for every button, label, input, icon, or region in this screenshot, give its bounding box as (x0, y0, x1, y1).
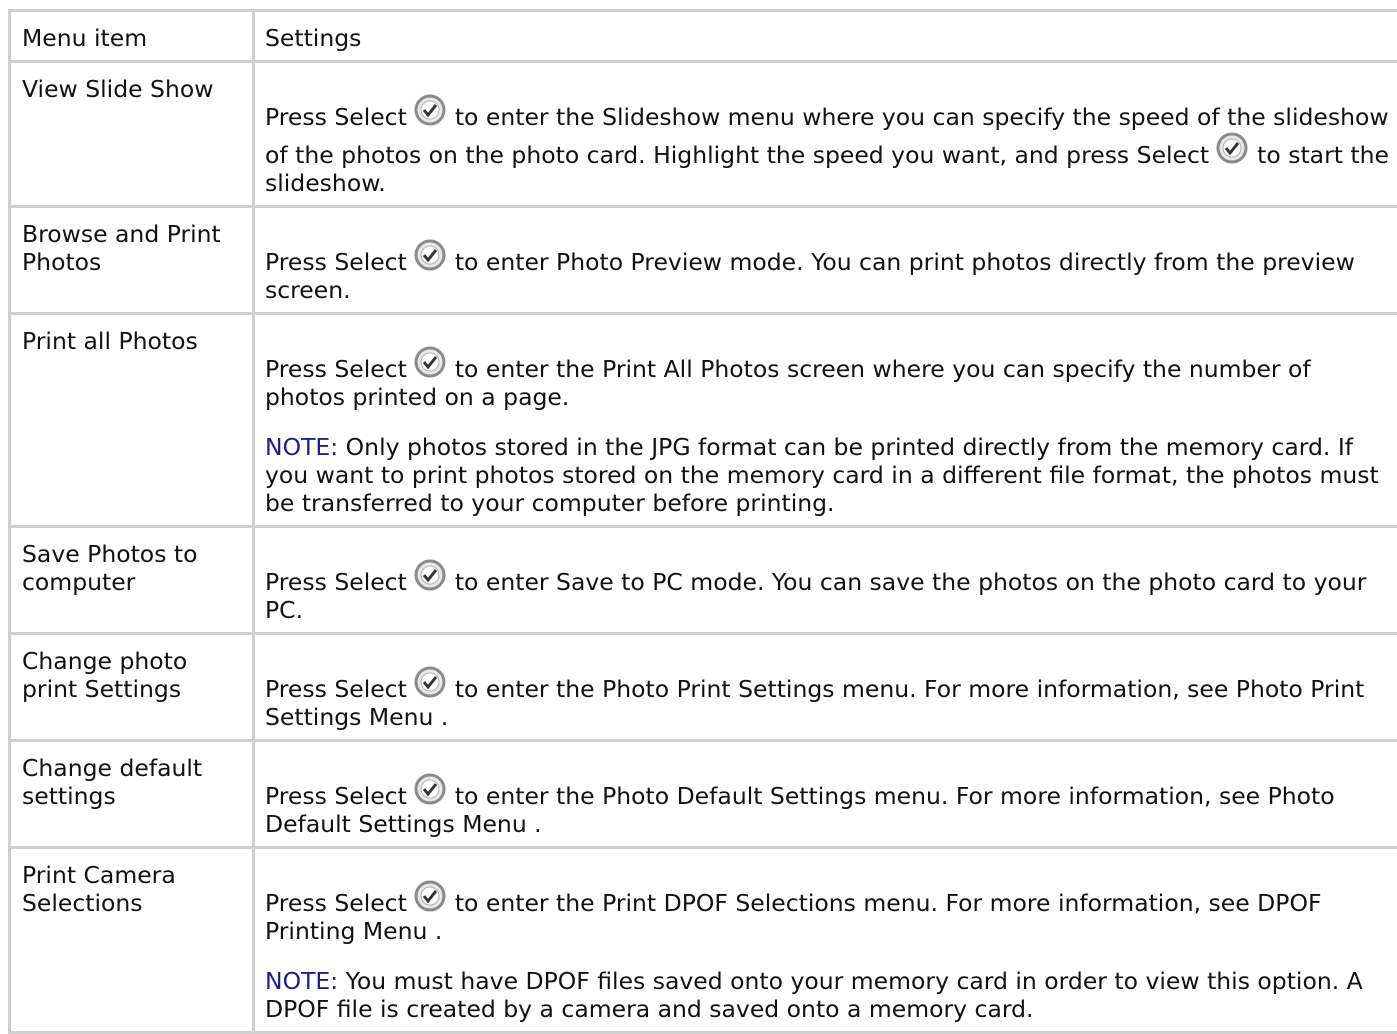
select-checkmark-icon (414, 880, 446, 912)
press-select-text: Press Select (265, 675, 407, 703)
menu-item-cell: Change photo print Settings (8, 635, 255, 742)
settings-description: Press Select to enter the Print DPOF Sele… (265, 879, 1394, 945)
menu-item-label: Change photo print Settings (22, 647, 188, 703)
menu-item-cell: Print Camera Selections (8, 849, 255, 1034)
note-paragraph: NOTE: You must have DPOF files saved ont… (265, 967, 1394, 1023)
note-paragraph: NOTE: Only photos stored in the JPG form… (265, 433, 1394, 517)
note-label: NOTE: (265, 967, 339, 995)
table-row: View Slide Show Press Select to enter the… (8, 63, 1397, 208)
menu-item-cell: Save Photos to computer (8, 528, 255, 635)
note-label: NOTE: (265, 433, 339, 461)
menu-item-label: View Slide Show (22, 75, 214, 103)
select-checkmark-icon (414, 666, 446, 698)
header-settings: Settings (255, 9, 1397, 63)
table-row: Save Photos to computer Press Select to e… (8, 528, 1397, 635)
settings-cell: Press Select to enter the Photo Print Set… (255, 635, 1397, 742)
settings-cell: Press Select to enter the Print DPOF Sele… (255, 849, 1397, 1034)
table-row: Print all Photos Press Select to enter th… (8, 315, 1397, 528)
header-menu-item-label: Menu item (22, 24, 148, 52)
table-row: Change photo print Settings Press Select… (8, 635, 1397, 742)
settings-cell: Press Select to enter the Print All Photo… (255, 315, 1397, 528)
menu-item-cell: Print all Photos (8, 315, 255, 528)
menu-item-label: Save Photos to computer (22, 540, 198, 596)
press-select-text: Press Select (265, 248, 407, 276)
settings-description: Press Select to enter Save to PC mode. Yo… (265, 558, 1394, 624)
menu-item-label: Print all Photos (22, 327, 198, 355)
note-text: You must have DPOF files saved onto your… (265, 967, 1363, 1023)
press-select-text: Press Select (265, 355, 407, 383)
settings-description: Press Select to enter the Photo Default S… (265, 772, 1394, 838)
table-header-row: Menu item Settings (8, 9, 1397, 63)
settings-cell: Press Select to enter Photo Preview mode.… (255, 208, 1397, 315)
press-select-text: Press Select (265, 782, 407, 810)
settings-description: Press Select to enter the Photo Print Set… (265, 665, 1394, 731)
settings-description: Press Select to enter Photo Preview mode.… (265, 238, 1394, 304)
table-row: Print Camera Selections Press Select to e… (8, 849, 1397, 1034)
select-checkmark-icon (414, 346, 446, 378)
menu-item-cell: View Slide Show (8, 63, 255, 208)
press-select-text: Press Select (265, 568, 407, 596)
note-text: Only photos stored in the JPG format can… (265, 433, 1379, 517)
press-select-text: Press Select (265, 103, 407, 131)
select-checkmark-icon (414, 239, 446, 271)
menu-item-label: Browse and Print Photos (22, 220, 221, 276)
settings-cell: Press Select to enter the Photo Default S… (255, 742, 1397, 849)
menu-item-cell: Browse and Print Photos (8, 208, 255, 315)
menu-item-label: Print Camera Selections (22, 861, 176, 917)
table-row: Browse and Print Photos Press Select to e… (8, 208, 1397, 315)
header-settings-label: Settings (265, 24, 362, 52)
settings-description: Press Select to enter the Slideshow menu … (265, 93, 1394, 197)
menu-item-label: Change default settings (22, 754, 203, 810)
settings-cell: Press Select to enter the Slideshow menu … (255, 63, 1397, 208)
header-menu-item: Menu item (8, 9, 255, 63)
table-row: Change default settings Press Select to e… (8, 742, 1397, 849)
menu-item-cell: Change default settings (8, 742, 255, 849)
select-checkmark-icon (414, 559, 446, 591)
press-select-text: Press Select (265, 889, 407, 917)
select-checkmark-icon (1216, 132, 1248, 164)
select-checkmark-icon (414, 773, 446, 805)
menu-settings-table: Menu item Settings View Slide Show Press… (8, 9, 1397, 1034)
select-checkmark-icon (414, 94, 446, 126)
settings-description: Press Select to enter the Print All Photo… (265, 345, 1394, 411)
settings-cell: Press Select to enter Save to PC mode. Yo… (255, 528, 1397, 635)
